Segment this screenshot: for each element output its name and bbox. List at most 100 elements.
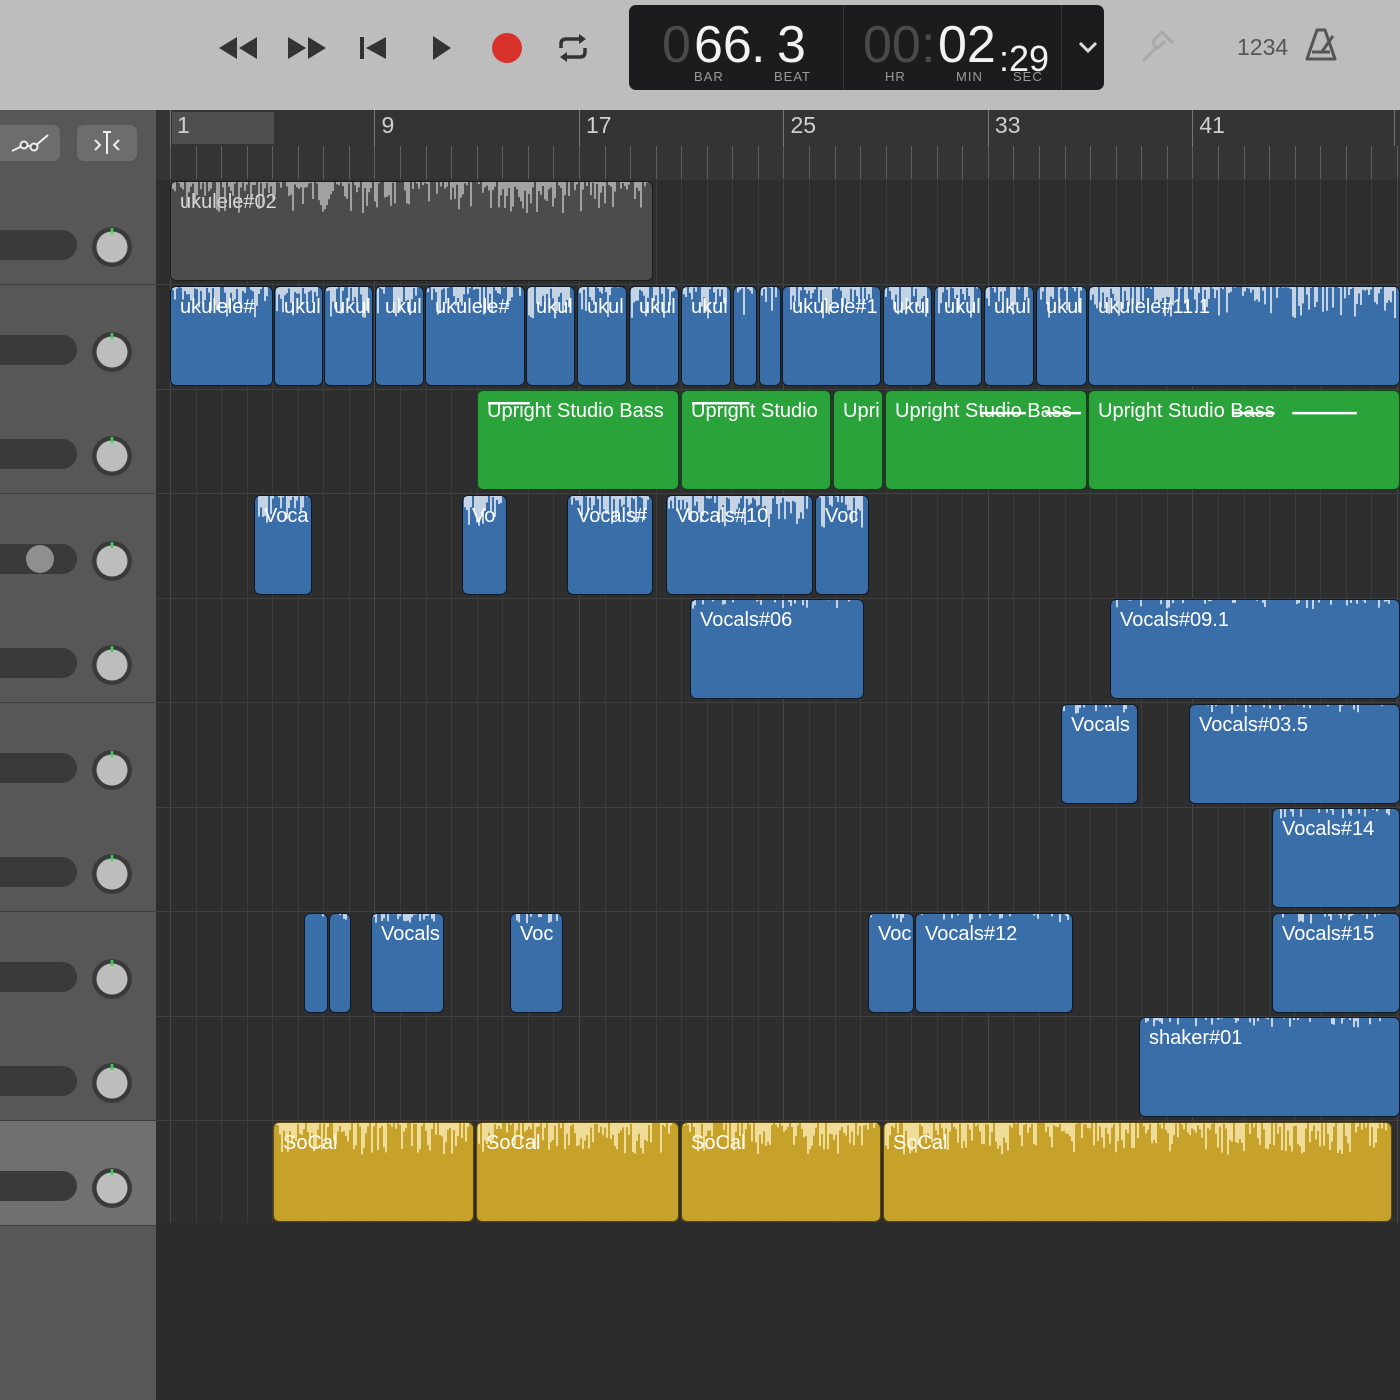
midi-region[interactable]: Upright Studio Bass xyxy=(885,390,1087,490)
audio-region[interactable]: Vocals#03.5 xyxy=(1189,703,1400,804)
audio-region[interactable]: Voca xyxy=(254,494,312,595)
midi-region[interactable]: Upright Studio Bass xyxy=(477,390,679,490)
track-header[interactable] xyxy=(0,807,156,912)
track-lane[interactable]: ukulele#ukulukulukulukulele#ukulukulukul… xyxy=(156,285,1400,390)
audio-region[interactable]: ukulele#1 xyxy=(782,285,881,386)
track-header[interactable] xyxy=(0,389,156,494)
drummer-region[interactable]: SoCal xyxy=(273,1121,474,1222)
pan-knob[interactable] xyxy=(90,539,134,583)
lcd-mode-menu[interactable] xyxy=(1077,39,1099,60)
track-header[interactable] xyxy=(0,1016,156,1121)
rewind-button[interactable] xyxy=(216,26,260,70)
audio-region[interactable]: ukulele#11.1 xyxy=(1088,285,1400,386)
pan-knob[interactable] xyxy=(90,434,134,478)
track-header[interactable] xyxy=(0,702,156,808)
audio-region[interactable]: Voc xyxy=(868,912,914,1013)
volume-slider[interactable] xyxy=(0,961,77,992)
pan-knob[interactable] xyxy=(90,643,134,687)
audio-region[interactable]: ukul xyxy=(375,285,424,386)
volume-slider-thumb[interactable] xyxy=(26,544,54,573)
volume-slider[interactable] xyxy=(0,230,77,260)
audio-region[interactable]: Vocals xyxy=(371,912,444,1013)
track-lane[interactable]: shaker#01 xyxy=(156,1016,1400,1121)
pan-knob[interactable] xyxy=(90,957,134,1001)
volume-slider[interactable] xyxy=(0,648,77,678)
audio-region[interactable]: ukulele# xyxy=(425,285,525,386)
audio-region[interactable] xyxy=(304,912,328,1013)
audio-region[interactable]: Vocals# xyxy=(567,494,653,595)
ruler[interactable]: 1 9 17 25 33 41 xyxy=(156,110,1400,181)
audio-region[interactable]: Vocals#10 xyxy=(666,494,813,595)
midi-region[interactable]: Upright Studio xyxy=(681,390,831,490)
pan-knob[interactable] xyxy=(90,1061,134,1105)
audio-region[interactable]: Voc xyxy=(815,494,869,595)
audio-region[interactable]: Voc xyxy=(510,912,563,1013)
tracks-area[interactable]: ukulele#02ukulele#ukulukulukulukulele#uk… xyxy=(156,180,1400,1400)
count-in-button[interactable]: 1234 xyxy=(1237,34,1288,61)
audio-region[interactable]: ukul xyxy=(984,285,1034,386)
pan-knob[interactable] xyxy=(90,330,134,374)
pan-knob[interactable] xyxy=(90,1166,134,1210)
pan-knob[interactable] xyxy=(90,852,134,896)
play-button[interactable] xyxy=(418,26,462,70)
track-header[interactable] xyxy=(0,284,156,390)
volume-slider[interactable] xyxy=(0,1066,77,1096)
drummer-region[interactable]: SoCal xyxy=(883,1121,1392,1222)
audio-region[interactable] xyxy=(733,285,757,386)
audio-region[interactable]: ukul xyxy=(1036,285,1087,386)
midi-region[interactable]: Upri xyxy=(833,390,883,490)
midi-region[interactable]: Upright Studio Bass xyxy=(1088,390,1400,490)
drummer-region[interactable]: SoCal xyxy=(476,1121,679,1222)
track-lane[interactable]: ukulele#02 xyxy=(156,180,1400,285)
volume-slider[interactable] xyxy=(0,543,77,574)
audio-region[interactable]: ukul xyxy=(934,285,982,386)
track-lane[interactable]: Vocals Voc Voc Vocals#12 Vocals#15 xyxy=(156,912,1400,1017)
track-header[interactable] xyxy=(0,911,156,1017)
audio-region[interactable]: ukul xyxy=(629,285,679,386)
flex-time-button[interactable] xyxy=(77,125,137,161)
track-lane[interactable]: Vocals#06 Vocals#09.1 xyxy=(156,598,1400,703)
audio-region[interactable]: ukulele#02 xyxy=(170,181,653,281)
audio-region[interactable]: shaker#01 xyxy=(1139,1017,1400,1117)
audio-region[interactable]: Vocals#12 xyxy=(915,912,1073,1013)
empty-tracks-area[interactable] xyxy=(156,1223,1400,1400)
audio-region[interactable]: ukul xyxy=(681,285,731,386)
track-header[interactable] xyxy=(0,180,156,285)
volume-slider[interactable] xyxy=(0,439,77,469)
track-lane[interactable]: Voca Vo Vocals#Vocals#10Voc xyxy=(156,494,1400,599)
audio-region[interactable]: ukul xyxy=(324,285,373,386)
pan-knob[interactable] xyxy=(90,748,134,792)
audio-region[interactable]: ukul xyxy=(526,285,575,386)
audio-region[interactable]: Vocals xyxy=(1061,703,1138,804)
audio-region[interactable]: ukul xyxy=(883,285,932,386)
track-lane[interactable]: Upright Studio Bass Upright Studio Upri Upr… xyxy=(156,389,1400,494)
volume-slider[interactable] xyxy=(0,752,77,783)
audio-region[interactable]: Vocals#09.1 xyxy=(1110,599,1400,699)
fast-forward-button[interactable] xyxy=(285,26,329,70)
track-lane[interactable]: Vocals Vocals#03.5 xyxy=(156,703,1400,808)
audio-region[interactable]: ukul xyxy=(577,285,627,386)
tuner-button[interactable] xyxy=(1138,26,1178,71)
audio-region[interactable]: ukulele# xyxy=(170,285,273,386)
metronome-button[interactable] xyxy=(1302,26,1340,69)
audio-region[interactable]: Vo xyxy=(462,494,507,595)
volume-slider[interactable] xyxy=(0,334,77,365)
drummer-region[interactable]: SoCal xyxy=(681,1121,881,1222)
audio-region[interactable]: ukul xyxy=(274,285,323,386)
volume-slider[interactable] xyxy=(0,1170,77,1201)
track-lane[interactable]: SoCalSoCalSoCalSoCal xyxy=(156,1121,1400,1226)
audio-region[interactable] xyxy=(329,912,351,1013)
audio-region[interactable] xyxy=(759,285,781,386)
track-header[interactable] xyxy=(0,1120,156,1226)
audio-region[interactable]: Vocals#06 xyxy=(690,599,864,699)
go-to-beginning-button[interactable] xyxy=(350,26,394,70)
cycle-button[interactable] xyxy=(551,26,595,70)
record-button[interactable] xyxy=(485,26,529,70)
audio-region[interactable]: Vocals#15 xyxy=(1272,912,1400,1013)
pan-knob[interactable] xyxy=(90,225,134,269)
track-header[interactable] xyxy=(0,598,156,703)
lcd-display[interactable]: 0 66 . 3 BAR BEAT 00: 02 :29 HR MIN SEC xyxy=(629,5,1104,90)
automation-button[interactable] xyxy=(0,125,60,161)
track-header[interactable] xyxy=(0,493,156,599)
volume-slider[interactable] xyxy=(0,857,77,887)
